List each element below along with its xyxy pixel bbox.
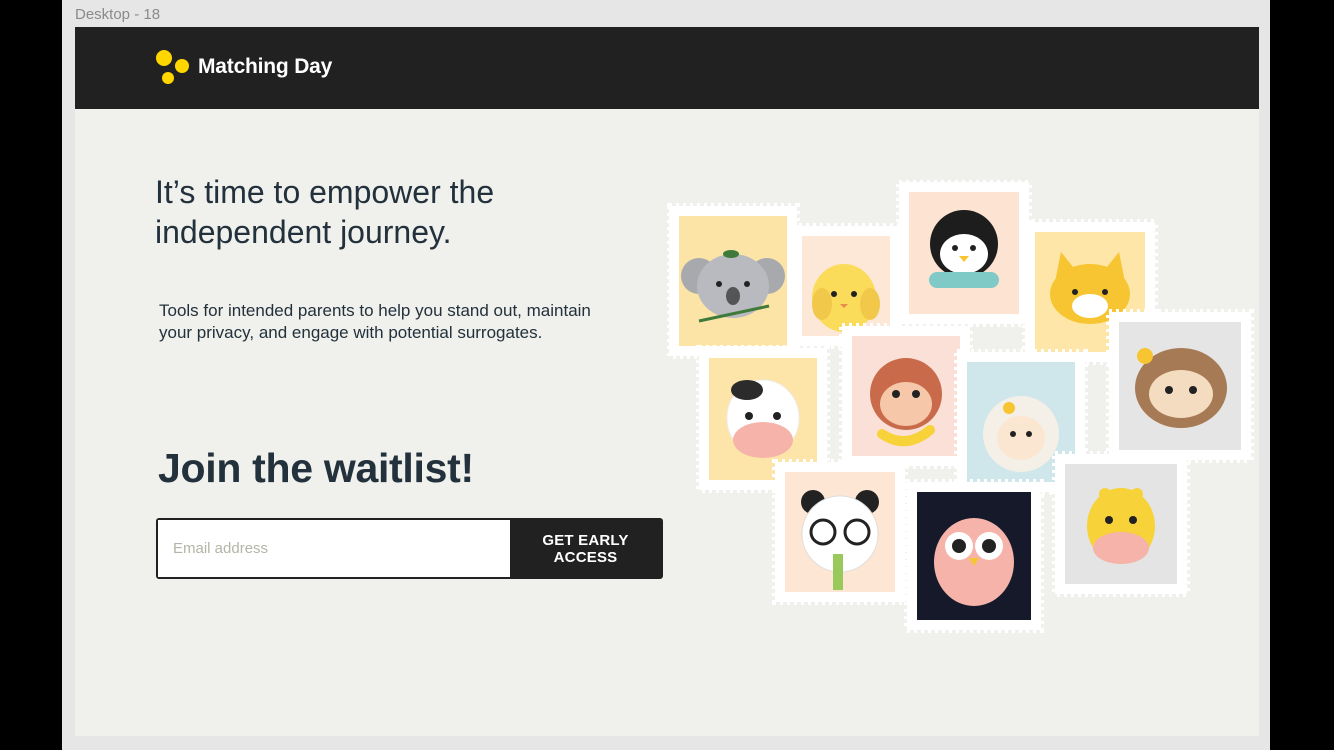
sloth-stamp (1106, 309, 1254, 463)
koala-stamp (667, 203, 800, 359)
waitlist-heading: Join the waitlist! (158, 445, 474, 491)
site-header: Matching Day (75, 27, 1259, 109)
hero-headline-line-2: independent journey. (155, 214, 452, 250)
waitlist-form: GET EARLY ACCESS (156, 518, 663, 579)
three-dots-logo-icon[interactable] (155, 49, 191, 87)
brand-name[interactable]: Matching Day (198, 55, 332, 79)
get-early-access-button[interactable]: GET EARLY ACCESS (510, 520, 661, 577)
penguin-stamp (896, 180, 1032, 327)
hero-headline-line-1: It’s time to empower the (155, 174, 495, 210)
panda-stamp (772, 459, 908, 605)
frame-label[interactable]: Desktop - 18 (75, 6, 160, 23)
monkey-stamp (839, 323, 973, 469)
desktop-frame: Matching Day It’s time to empower the in… (75, 27, 1259, 736)
email-input[interactable] (158, 520, 510, 577)
giraffe-stamp (1052, 451, 1190, 597)
owl-stamp (904, 479, 1044, 633)
animal-stamps-illustration (667, 180, 1254, 633)
hero-headline: It’s time to empower the independent jou… (155, 172, 494, 252)
hero-subcopy: Tools for intended parents to help you s… (159, 301, 591, 342)
